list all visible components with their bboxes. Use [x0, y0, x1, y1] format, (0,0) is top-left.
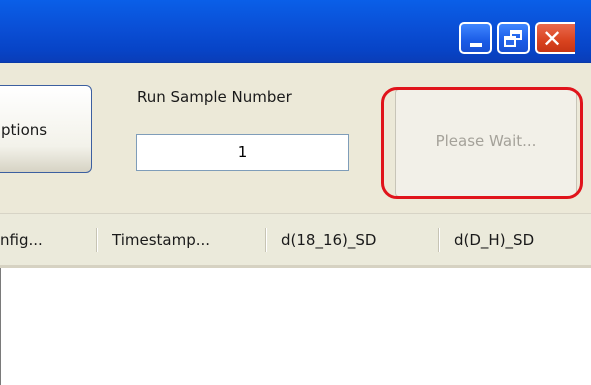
toolbar-panel: ptions Run Sample Number 1 Please Wait..… [0, 63, 591, 213]
highlight-annotation [381, 87, 583, 199]
column-divider[interactable] [265, 228, 266, 252]
minimize-button[interactable] [459, 22, 492, 54]
restore-icon-front [504, 36, 516, 47]
column-header-timestamp[interactable]: Timestamp... [112, 214, 252, 266]
window-titlebar[interactable]: ✕ [0, 0, 591, 63]
run-sample-number-input[interactable]: 1 [136, 134, 349, 171]
column-header-d18-16-sd[interactable]: d(18_16)_SD [281, 214, 426, 266]
run-sample-number-label: Run Sample Number [137, 88, 292, 106]
options-button[interactable]: ptions [0, 85, 92, 173]
restore-button[interactable] [497, 22, 530, 54]
column-header-config[interactable]: nfig... [0, 214, 90, 266]
minimize-icon [470, 43, 482, 47]
data-grid-body[interactable] [0, 268, 591, 385]
close-button[interactable]: ✕ [535, 22, 575, 54]
table-column-header: nfig... Timestamp... d(18_16)_SD d(D_H)_… [0, 213, 591, 268]
options-button-label: ptions [1, 121, 48, 139]
close-icon: ✕ [542, 25, 563, 53]
column-divider[interactable] [96, 228, 97, 252]
column-header-dd-h-sd[interactable]: d(D_H)_SD [454, 214, 591, 266]
column-divider[interactable] [438, 228, 439, 252]
